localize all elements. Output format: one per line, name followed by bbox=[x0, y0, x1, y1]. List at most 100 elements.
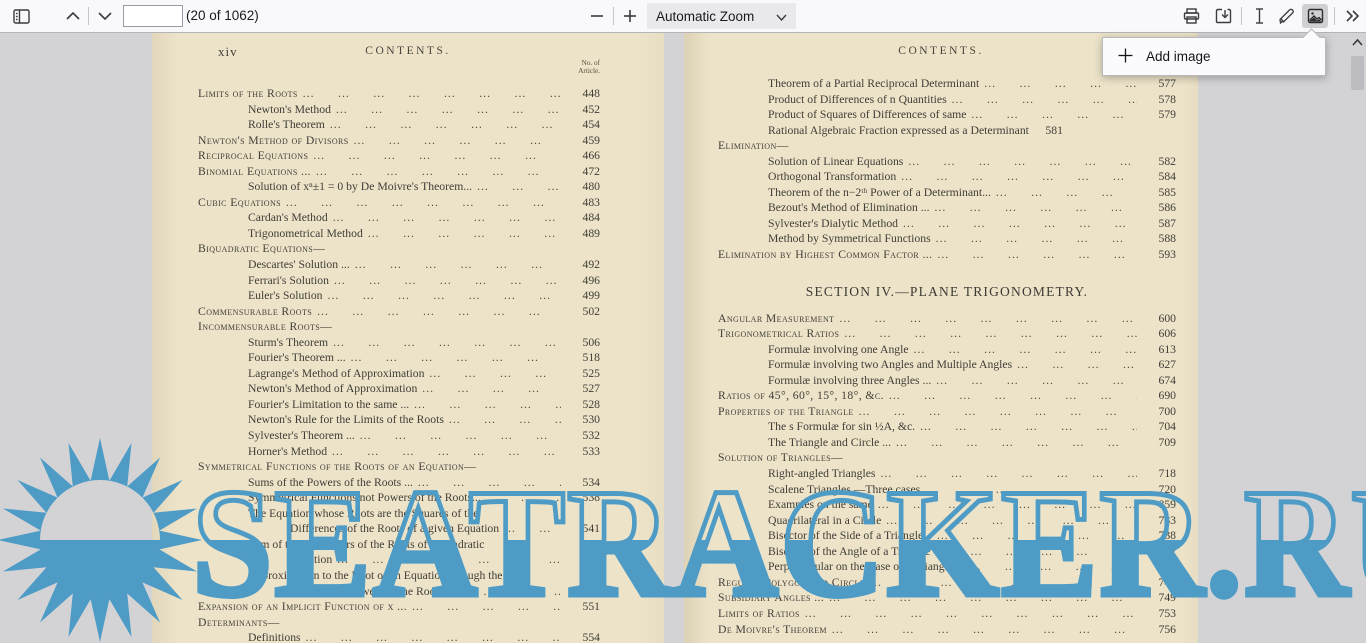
toc-entry-number: 532 bbox=[566, 428, 600, 444]
toc-row: Product of Differences of n Quantities57… bbox=[718, 92, 1176, 108]
toc-entry-number: 584 bbox=[1142, 169, 1176, 185]
toc-entry-number: 551 bbox=[566, 599, 600, 615]
toc-row: Examples on the same859 bbox=[718, 497, 1176, 513]
dot-leader bbox=[286, 195, 561, 211]
toc-row: Rational Algebraic Fraction expressed as… bbox=[718, 123, 1176, 139]
toc-row: Symmetrical Functions not Powers of the … bbox=[198, 490, 600, 506]
toc-row: Ferrari's Solution496 bbox=[198, 273, 600, 289]
toc-entry-number: 704 bbox=[1142, 419, 1176, 435]
minus-icon bbox=[591, 15, 603, 17]
image-tool-button[interactable] bbox=[1302, 4, 1328, 28]
toc-row: Trigonometrical Method 489 bbox=[198, 226, 600, 242]
dot-leader bbox=[805, 606, 1137, 622]
toc-entry-number: 578 bbox=[1142, 92, 1176, 108]
toc-row: Orthogonal Transformation584 bbox=[718, 169, 1176, 185]
toc-entry-title: Cardan's Method bbox=[248, 210, 328, 226]
zoom-in-button[interactable] bbox=[617, 4, 643, 28]
toc-row: Bisector of the Side of a Triangle...738 bbox=[718, 528, 1176, 544]
more-tools-button[interactable] bbox=[1339, 4, 1365, 28]
dot-leader bbox=[935, 200, 1138, 216]
toc-row: Formulæ involving one Angle613 bbox=[718, 342, 1176, 358]
toc-entry-title: The Equation whose Roots are the Squares… bbox=[248, 506, 478, 522]
print-button[interactable] bbox=[1178, 4, 1204, 28]
toc-row: Newton's Method of Approximation527 bbox=[198, 381, 600, 397]
toolbar-divider bbox=[1334, 7, 1335, 25]
toc-row: Reciprocal Equations466 bbox=[198, 148, 600, 164]
next-page-button[interactable] bbox=[92, 4, 118, 28]
toc-entry-title: Ferrari's Solution bbox=[248, 273, 329, 289]
page-count-label: (20 of 1062) bbox=[186, 8, 259, 23]
dot-leader bbox=[878, 497, 1137, 513]
dot-leader bbox=[351, 350, 561, 366]
text-tool-button[interactable] bbox=[1246, 4, 1272, 28]
toc-entry-number: 528 bbox=[566, 397, 600, 413]
zoom-out-button[interactable] bbox=[584, 4, 610, 28]
toc-entry-number: 527 bbox=[566, 381, 600, 397]
page-number-input[interactable] bbox=[123, 5, 183, 27]
toc-row: De Moivre's Theorem 756 bbox=[718, 622, 1176, 638]
toc-entry-title: Formulæ involving two Angles and Multipl… bbox=[768, 357, 1012, 373]
toc-entry-number: 480 bbox=[566, 179, 600, 195]
toolbar-divider bbox=[613, 7, 614, 25]
toc-entry-title: Horner's Method bbox=[248, 444, 327, 460]
previous-page-button[interactable] bbox=[60, 4, 86, 28]
dot-leader bbox=[477, 179, 561, 195]
toc-row: Binomial Equations ...472 bbox=[198, 164, 600, 180]
plus-icon bbox=[624, 10, 636, 22]
toc-entry-number: 700 bbox=[1142, 404, 1176, 420]
toc-row: The s Formulæ for sin ½A, &c.704 bbox=[718, 419, 1176, 435]
scroll-up-icon[interactable] bbox=[1351, 36, 1364, 50]
toc-row: Approximation to the Root of an Equation… bbox=[198, 568, 600, 584]
toc-entry-title: Definitions bbox=[248, 630, 301, 643]
toc-row: The Equation whose Roots are the Squares… bbox=[198, 506, 600, 522]
toc-entry-title: De Moivre's Theorem bbox=[718, 622, 827, 638]
toc-entry-title: Newton's Method bbox=[248, 102, 331, 118]
dot-leader bbox=[896, 435, 1137, 451]
add-image-menu-item[interactable]: Add image bbox=[1103, 48, 1325, 66]
toc-row: Product of Squares of Differences of sam… bbox=[718, 107, 1176, 123]
scrollbar-thumb[interactable] bbox=[1351, 56, 1364, 90]
toc-entry-title: Reciprocal Equations bbox=[198, 148, 308, 164]
page-left[interactable]: xiv CONTENTS. No. of Article. Limits of … bbox=[152, 32, 664, 643]
toc-entry-number: 585 bbox=[1142, 185, 1176, 201]
toc-entry-number: 533 bbox=[566, 444, 600, 460]
save-button[interactable] bbox=[1210, 4, 1236, 28]
toc-entry-title: Formulæ involving three Angles ... bbox=[768, 373, 931, 389]
toc-entry-number: 448 bbox=[566, 86, 600, 102]
dot-leader bbox=[354, 133, 561, 149]
toc-entry-number: 499 bbox=[566, 288, 600, 304]
toc-row: Cardan's Method484 bbox=[198, 210, 600, 226]
toc-row: Bisector of the Angle of a Triangle742 bbox=[718, 544, 1176, 560]
dot-leader bbox=[937, 247, 1137, 263]
dot-leader bbox=[303, 86, 561, 102]
dot-leader bbox=[306, 630, 561, 643]
toc-entry-number: 627 bbox=[1142, 357, 1176, 373]
toc-entry-title: Expansion of an Implicit Function of x .… bbox=[198, 599, 407, 615]
toc-entry-title: Determinants— bbox=[198, 615, 280, 631]
toc-entry-number: 525 bbox=[566, 366, 600, 382]
toc-entry-number: 541 bbox=[566, 521, 600, 537]
dot-leader bbox=[903, 216, 1137, 232]
dot-leader bbox=[914, 342, 1137, 358]
toc-entry-title: Sums of the Powers of the Roots bbox=[290, 584, 443, 600]
dot-leader bbox=[844, 326, 1137, 342]
toc-entry-number: 756 bbox=[1142, 622, 1176, 638]
toc-entry-number: 859 bbox=[1142, 497, 1176, 513]
page-right[interactable]: CONTENTS. xv No. of Article. Theorem of … bbox=[684, 32, 1198, 643]
pencil-icon bbox=[1279, 8, 1296, 24]
draw-tool-button[interactable] bbox=[1274, 4, 1300, 28]
toc-row: Sum of the mᵗʰ Powers of the Roots of a … bbox=[198, 537, 600, 553]
toc-entry-number: 489 bbox=[566, 226, 600, 242]
toc-entry-number: 749 bbox=[1142, 590, 1176, 606]
toc-entry-title: Binomial Equations ... bbox=[198, 164, 311, 180]
sidebar-toggle-button[interactable] bbox=[8, 4, 34, 28]
zoom-select[interactable]: Automatic Zoom bbox=[647, 3, 796, 29]
toc-entry-title: Symmetrical Functions of the Roots of an… bbox=[198, 459, 476, 475]
toc-entry-title: Bisector of the Angle of a Triangle bbox=[768, 544, 930, 560]
toc-row: Subsidiary Angles ...749 bbox=[718, 590, 1176, 606]
toc-row: Solution of xⁿ±1 = 0 by De Moivre's Theo… bbox=[198, 179, 600, 195]
toc-entry-title: Ratios of 45°, 60°, 15°, 18°, &c. bbox=[718, 388, 884, 404]
toc-row: Expansion of an Implicit Function of x .… bbox=[198, 599, 600, 615]
toc-entry-title: Trigonometrical Method bbox=[248, 226, 363, 242]
toc-entry-title: Equation bbox=[290, 552, 332, 568]
